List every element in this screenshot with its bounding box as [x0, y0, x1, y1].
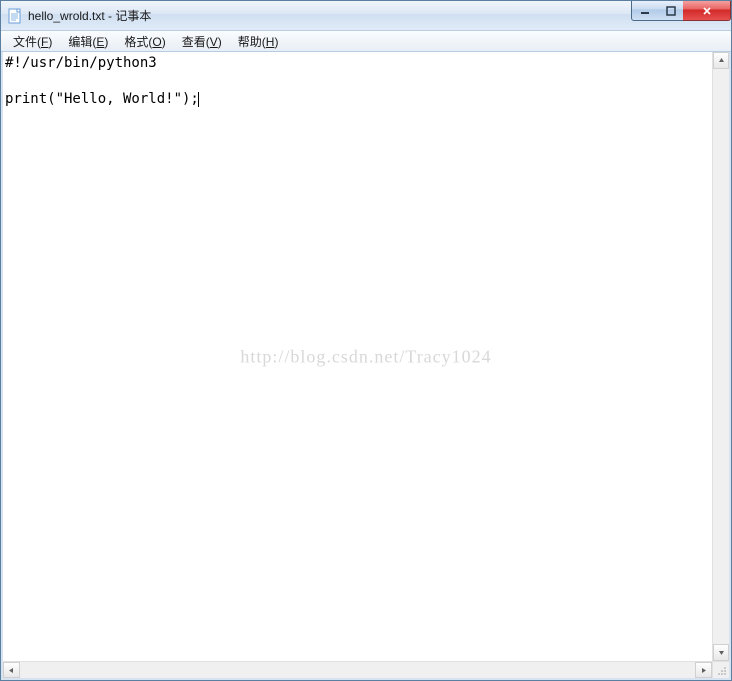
scroll-right-button[interactable]: [695, 662, 712, 678]
titlebar[interactable]: hello_wrold.txt - 记事本: [1, 1, 731, 31]
window-controls: [632, 1, 731, 21]
minimize-button[interactable]: [631, 1, 659, 21]
notepad-icon: [7, 8, 23, 24]
horizontal-scrollbar[interactable]: [3, 661, 712, 678]
window-title: hello_wrold.txt - 记事本: [28, 7, 151, 24]
menu-help[interactable]: 帮助(H): [230, 31, 287, 52]
vertical-scrollbar[interactable]: [712, 52, 729, 661]
scroll-down-button[interactable]: [713, 644, 729, 661]
menu-format[interactable]: 格式(O): [116, 31, 173, 52]
editor-wrap: #!/usr/bin/python3 print("Hello, World!"…: [3, 52, 729, 661]
resize-grip[interactable]: [712, 661, 729, 678]
menubar: 文件(F) 编辑(E) 格式(O) 查看(V) 帮助(H): [1, 31, 731, 52]
horizontal-scroll-track[interactable]: [20, 662, 695, 678]
maximize-button[interactable]: [658, 1, 684, 21]
editor-textarea[interactable]: #!/usr/bin/python3 print("Hello, World!"…: [3, 52, 712, 661]
scroll-up-button[interactable]: [713, 52, 729, 69]
bottom-scroll-row: [3, 661, 729, 678]
notepad-window: hello_wrold.txt - 记事本 文件(F) 编辑(E) 格式(O) …: [0, 0, 732, 681]
close-button[interactable]: [683, 1, 731, 21]
menu-file[interactable]: 文件(F): [5, 31, 60, 52]
scroll-left-button[interactable]: [3, 662, 20, 678]
content-frame: #!/usr/bin/python3 print("Hello, World!"…: [1, 52, 731, 680]
menu-view[interactable]: 查看(V): [174, 31, 230, 52]
text-cursor: [198, 92, 199, 107]
menu-edit[interactable]: 编辑(E): [60, 31, 116, 52]
vertical-scroll-track[interactable]: [713, 69, 729, 644]
